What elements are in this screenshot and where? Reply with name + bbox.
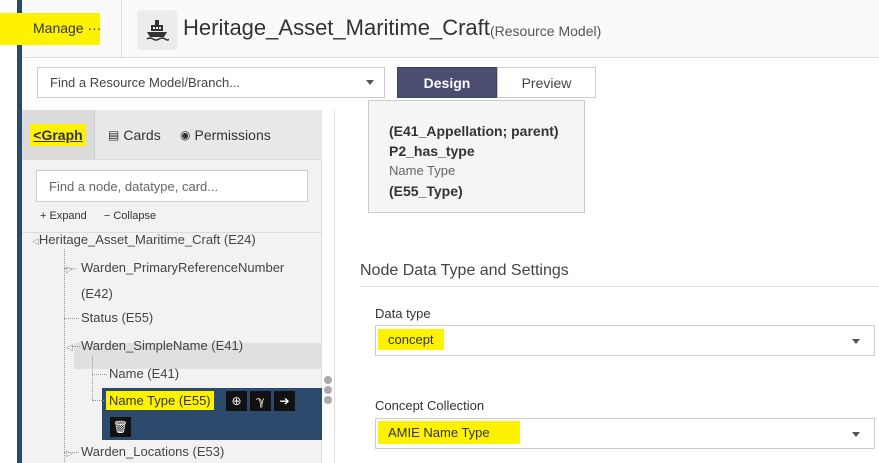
tree-node-label[interactable]: Name (E41) (109, 366, 179, 381)
datatype-select[interactable]: concept (375, 325, 875, 356)
graph-sidebar: <Graph ▤ Cards ◉ Permissions Find a node… (22, 110, 322, 463)
tree-node-label[interactable]: Warden_SimpleName (E41) (81, 338, 243, 353)
info-line: P2_has_type (389, 143, 475, 159)
divider (360, 286, 879, 287)
tree-node-active-label[interactable]: Name Type (E55) (106, 391, 214, 410)
chevron-down-icon (852, 339, 860, 344)
tree-guide (92, 355, 93, 400)
tab-graph-label-highlight: <Graph (30, 124, 86, 146)
tree-node-label[interactable]: Warden_Locations (E53) (81, 444, 224, 459)
info-line: Name Type (389, 163, 456, 178)
tree-connector (64, 318, 79, 319)
tree-node[interactable]: ▷ (66, 444, 73, 459)
tree-connector (72, 346, 80, 347)
sidebar-tabs: <Graph ▤ Cards ◉ Permissions (22, 110, 322, 160)
panel-resize-handle[interactable] (324, 376, 334, 406)
tab-permissions[interactable]: ◉ Permissions (180, 110, 271, 160)
lock-icon: ◉ (180, 128, 191, 142)
tree-node-root-label: Heritage_Asset_Maritime_Craft (E24) (38, 232, 256, 247)
datatype-value: concept (378, 329, 444, 350)
page-title: Heritage_Asset_Maritime_Craft (183, 15, 490, 40)
collapse-triangle-icon: ◁ (66, 342, 73, 352)
tree-node-label[interactable]: (E42) (81, 286, 113, 301)
add-child-icon[interactable]: ⊕ (226, 391, 247, 411)
tab-cards[interactable]: ▤ Cards (108, 110, 161, 160)
arrow-right-icon[interactable]: ➔ (274, 391, 295, 411)
branch-search-placeholder: Find a Resource Model/Branch... (50, 75, 241, 90)
tab-cards-label: Cards (123, 127, 161, 143)
info-line: (E41_Appellation; parent) (389, 123, 559, 139)
chevron-down-icon (366, 80, 374, 85)
page-subtitle: (Resource Model) (490, 23, 602, 39)
collapse-triangle-icon: ◁ (32, 236, 39, 246)
concept-collection-select[interactable]: AMIE Name Type (375, 418, 875, 449)
expand-button[interactable]: + Expand (40, 210, 87, 222)
ship-icon (137, 10, 177, 50)
collapse-button[interactable]: − Collapse (104, 210, 156, 222)
tree-connector (92, 400, 104, 401)
tree-guide (64, 249, 65, 463)
tree-node-label[interactable]: Status (E55) (81, 310, 153, 325)
branch-search-select[interactable]: Find a Resource Model/Branch... (37, 67, 385, 98)
section-title: Node Data Type and Settings (360, 262, 569, 279)
node-info-card: (E41_Appellation; parent) P2_has_type Na… (368, 100, 585, 213)
expand-triangle-icon: ▷ (66, 264, 73, 274)
page-header: Heritage_Asset_Maritime_Craft (Resource … (22, 0, 879, 58)
concept-collection-value: AMIE Name Type (378, 421, 520, 444)
manage-menu-button[interactable]: Manage ··· (33, 20, 101, 36)
chevron-down-icon (852, 432, 860, 437)
tab-permissions-label: Permissions (194, 127, 271, 143)
branch-icon[interactable]: ℽ (250, 391, 271, 411)
node-search-placeholder: Find a node, datatype, card... (49, 179, 219, 194)
tree-node[interactable]: ▷ (66, 260, 73, 275)
trash-icon[interactable]: 🗑 (110, 417, 131, 437)
node-detail-panel: (E41_Appellation; parent) P2_has_type Na… (334, 100, 879, 463)
graph-tree: ◁Heritage_Asset_Maritime_Craft (E24) ▷ W… (22, 232, 322, 463)
info-line: (E55_Type) (389, 183, 463, 199)
expand-triangle-icon: ▷ (66, 448, 73, 458)
tab-graph[interactable]: <Graph (22, 110, 95, 160)
design-button[interactable]: Design (397, 67, 497, 98)
node-search-input[interactable]: Find a node, datatype, card... (36, 170, 308, 202)
tab-graph-label: Graph (41, 127, 83, 143)
expand-collapse-row: + Expand − Collapse (40, 210, 170, 222)
preview-button[interactable]: Preview (497, 67, 596, 98)
tree-node-root[interactable]: ◁Heritage_Asset_Maritime_Craft (E24) (32, 232, 256, 247)
tree-connector (92, 374, 107, 375)
datatype-label: Data type (375, 306, 431, 321)
concept-collection-label: Concept Collection (375, 398, 485, 413)
card-icon: ▤ (108, 128, 120, 142)
tree-node-label[interactable]: Warden_PrimaryReferenceNumber (81, 260, 284, 275)
